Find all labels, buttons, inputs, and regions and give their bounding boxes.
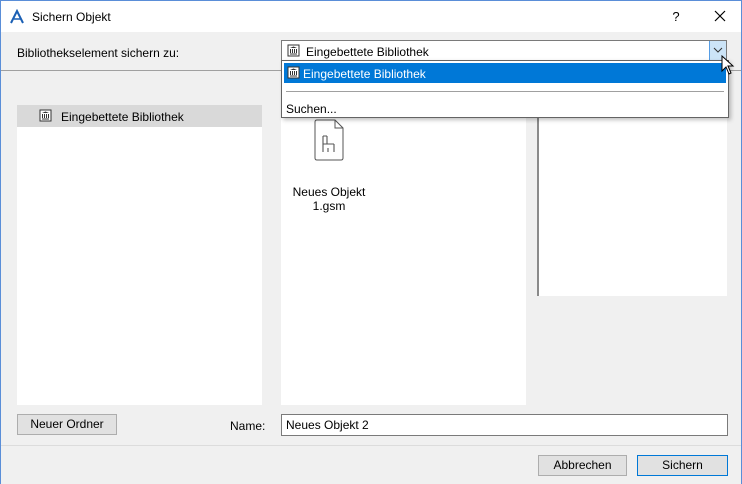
file-name-line-2: 1.gsm	[312, 199, 346, 213]
library-icon	[39, 109, 52, 122]
tree-item-embedded-library[interactable]: Eingebettete Bibliothek	[17, 105, 262, 127]
library-icon	[287, 66, 300, 79]
name-input[interactable]: Neues Objekt 2	[281, 414, 728, 436]
title-bar: Sichern Objekt ?	[1, 1, 741, 32]
folder-tree-panel[interactable]: Eingebettete Bibliothek	[17, 105, 262, 405]
file-list-panel[interactable]: Neues Objekt 1.gsm	[281, 105, 526, 405]
file-item[interactable]: Neues Objekt 1.gsm	[281, 115, 377, 215]
preview-panel	[537, 115, 727, 296]
window-title: Sichern Objekt	[32, 10, 111, 24]
save-object-dialog: Sichern Objekt ? Bibliothekselement sich…	[0, 0, 742, 484]
dropdown-separator	[286, 91, 724, 92]
new-folder-button[interactable]: Neuer Ordner	[17, 414, 117, 435]
save-to-label: Bibliothekselement sichern zu:	[17, 46, 180, 60]
mouse-cursor-icon	[721, 55, 735, 75]
dropdown-search-option[interactable]: Suchen...	[286, 102, 337, 116]
save-to-selected: Eingebettete Bibliothek	[306, 45, 429, 59]
name-label: Name:	[230, 419, 266, 433]
dropdown-option-embedded-library[interactable]: Eingebettete Bibliothek	[284, 63, 726, 83]
dropdown-option-label: Eingebettete Bibliothek	[303, 67, 426, 81]
chevron-down-icon	[713, 47, 723, 53]
gsm-object-file-icon	[314, 119, 344, 161]
file-name-line-1: Neues Objekt	[292, 185, 366, 199]
save-button[interactable]: Sichern	[637, 455, 728, 476]
tree-item-label: Eingebettete Bibliothek	[61, 110, 184, 124]
dialog-footer: Abbrechen Sichern	[1, 445, 741, 484]
library-icon	[287, 44, 300, 57]
archicad-app-icon	[10, 9, 24, 24]
help-button[interactable]: ?	[661, 1, 691, 32]
close-icon	[714, 10, 726, 22]
save-to-combobox[interactable]: Eingebettete Bibliothek	[281, 40, 727, 61]
file-name-label: Neues Objekt 1.gsm	[281, 185, 377, 213]
save-to-dropdown-list: Eingebettete Bibliothek Suchen...	[281, 60, 729, 118]
cancel-button[interactable]: Abbrechen	[538, 455, 627, 476]
close-button[interactable]	[699, 1, 741, 32]
